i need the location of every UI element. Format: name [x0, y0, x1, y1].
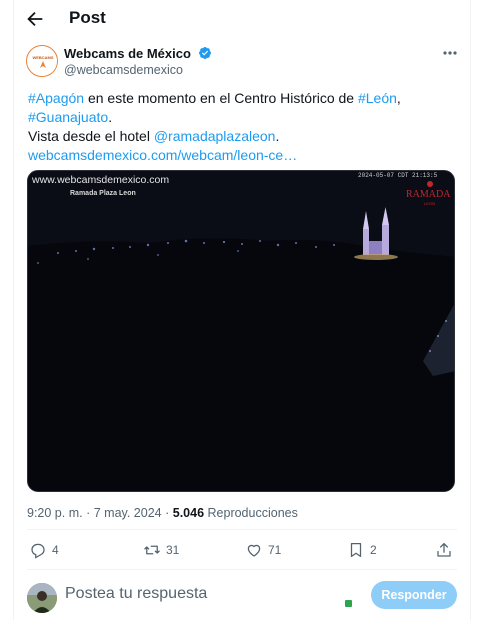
mention-ramadaplazaleon[interactable]: @ramadaplazaleon [154, 128, 276, 144]
post-text: #Apagón en este momento en el Centro His… [28, 89, 458, 165]
overlay-location-text: Ramada Plaza Leon [70, 190, 136, 197]
divider [27, 529, 457, 530]
reply-count: 4 [52, 543, 59, 557]
author-avatar[interactable]: WEBCAMS [26, 45, 58, 77]
like-action[interactable]: 71 [245, 540, 281, 560]
header: Post [14, 0, 470, 36]
bookmark-action[interactable]: 2 [347, 540, 377, 560]
heart-icon [247, 544, 261, 557]
post-text-period: . [108, 109, 113, 125]
post-text-segment: en este momento en el Centro Histórico d… [84, 90, 358, 106]
overlay-timestamp-text: 2024-05-07 CDT 21:13:5 [358, 172, 438, 179]
reply-button[interactable]: Responder [371, 581, 457, 609]
user-avatar[interactable] [27, 583, 57, 613]
share-action[interactable] [435, 540, 453, 560]
views-count: 5.046 [172, 506, 205, 520]
ramada-logo-text: RAMADA [406, 189, 451, 200]
action-bar: 4 31 71 2 [27, 537, 457, 563]
overlay-site-text: www.webcamsdemexico.com [31, 174, 169, 186]
repost-count: 31 [166, 543, 180, 557]
post-url-link[interactable]: webcamsdemexico.com/webcam/leon-ce… [28, 147, 297, 163]
author-name[interactable]: Webcams de México [64, 46, 212, 61]
views-label: Reproducciones [207, 506, 298, 520]
post-text-comma: , [396, 90, 401, 106]
verified-badge-icon [198, 47, 211, 59]
like-count: 71 [268, 543, 282, 557]
post-text-period: . [275, 128, 280, 144]
reply-action[interactable]: 4 [29, 540, 59, 560]
page-title: Post [69, 8, 106, 27]
hashtag-guanajuato[interactable]: #Guanajuato [28, 109, 108, 125]
more-options-icon[interactable] [441, 46, 459, 60]
divider [27, 569, 457, 570]
post-metadata: 9:20 p. m. · 7 may. 2024 · 5.046 Reprodu… [27, 506, 298, 520]
hashtag-leon[interactable]: #León [358, 90, 397, 106]
author-handle[interactable]: @webcamsdemexico [64, 63, 183, 77]
back-arrow-icon[interactable] [24, 8, 46, 30]
bookmark-count: 2 [370, 543, 377, 557]
meta-separator: · [86, 506, 91, 520]
post-text-segment: Vista desde el hotel [28, 128, 154, 144]
post-time[interactable]: 9:20 p. m. [27, 506, 83, 520]
hashtag-apagon[interactable]: #Apagón [28, 90, 84, 106]
repost-action[interactable]: 31 [143, 540, 179, 560]
reply-input[interactable]: Postea tu respuesta [65, 585, 207, 603]
share-icon [437, 542, 451, 557]
avatar-logo-text: WEBCAMS [32, 55, 53, 60]
status-indicator [345, 600, 352, 607]
post-date[interactable]: 7 may. 2024 [94, 506, 162, 520]
post-media-image[interactable]: www.webcamsdemexico.com Ramada Plaza Leo… [27, 170, 455, 492]
author-name-text: Webcams de México [64, 46, 191, 61]
repost-icon [144, 545, 160, 555]
meta-separator: · [165, 506, 170, 520]
post-column: Post WEBCAMS Webcams de México @webcamsd… [13, 0, 471, 620]
bookmark-icon [350, 542, 362, 558]
ramada-logo-sub: LEON [424, 201, 435, 206]
reply-icon [31, 543, 45, 559]
